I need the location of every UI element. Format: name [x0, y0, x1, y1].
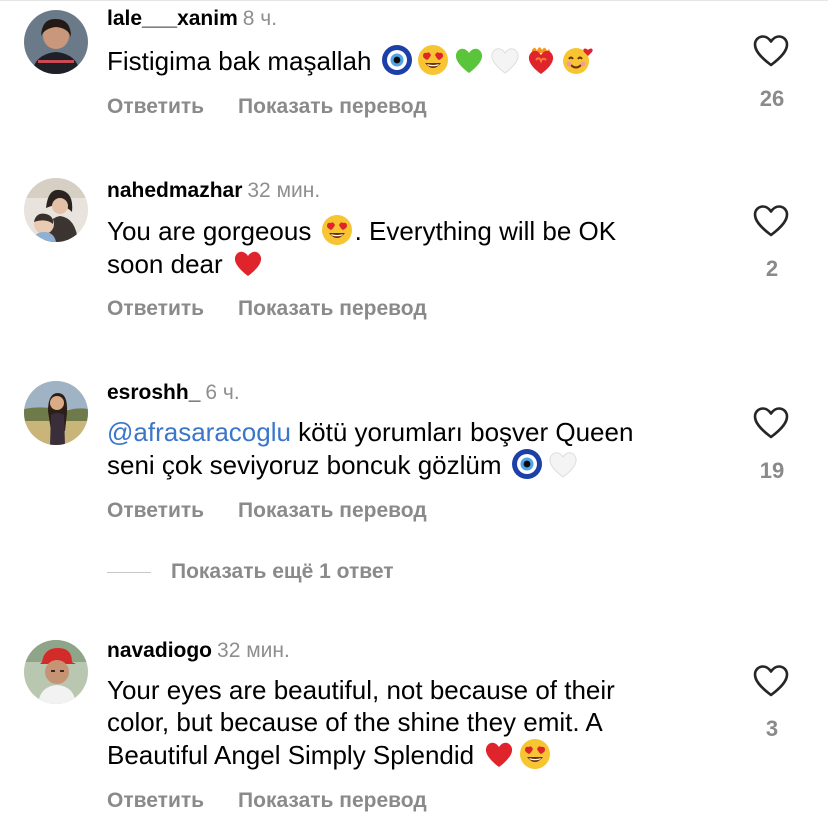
- username-link[interactable]: esroshh_: [107, 381, 200, 404]
- show-translation-button[interactable]: Показать перевод: [238, 499, 427, 522]
- smiling-face-with-hearts-emoji: [561, 44, 593, 76]
- comment-text: You are gorgeous . Everything will be OK…: [107, 214, 707, 280]
- comment-meta: navadiogo 32 мин.: [107, 638, 290, 664]
- heart-eyes-emoji: [417, 44, 449, 76]
- nazar-emoji: [511, 448, 543, 480]
- heart-eyes-emoji: [321, 214, 353, 246]
- comment-text-content: Fistigima bak maşallah: [107, 46, 372, 76]
- show-translation-button[interactable]: Показать перевод: [238, 297, 427, 320]
- comment-actions: Ответить Показать перевод: [107, 498, 427, 524]
- comment-actions: Ответить Показать перевод: [107, 94, 427, 120]
- green-heart-emoji: [453, 44, 485, 76]
- like-count: 26: [759, 86, 785, 111]
- comment-text-content: color, but because of the shine they emi…: [107, 707, 603, 737]
- like-count: 19: [759, 458, 785, 483]
- comment-timestamp: 8 ч.: [242, 7, 278, 30]
- comment-text-content: seni çok seviyoruz boncuk gözlüm: [107, 450, 502, 480]
- white-heart-emoji: [547, 448, 579, 480]
- avatar[interactable]: [24, 10, 88, 74]
- reply-button[interactable]: Ответить: [107, 789, 204, 812]
- top-divider: [0, 0, 828, 1]
- comment-actions: Ответить Показать перевод: [107, 788, 427, 814]
- red-heart-emoji: [232, 247, 264, 279]
- comment-text: Your eyes are beautiful, not because of …: [107, 674, 747, 771]
- like-heart-icon[interactable]: [752, 664, 790, 698]
- nazar-emoji: [381, 44, 413, 76]
- comment-timestamp: 6 ч.: [205, 381, 240, 404]
- reply-button[interactable]: Ответить: [107, 95, 204, 118]
- show-translation-button[interactable]: Показать перевод: [238, 95, 427, 118]
- comment-text-content: soon dear: [107, 249, 223, 279]
- avatar[interactable]: [24, 178, 88, 242]
- like-heart-icon[interactable]: [752, 34, 790, 68]
- reply-button[interactable]: Ответить: [107, 297, 204, 320]
- comment-meta: esroshh_ 6 ч.: [107, 380, 240, 406]
- red-heart-emoji: [483, 738, 515, 770]
- avatar[interactable]: [24, 640, 88, 704]
- reply-button[interactable]: Ответить: [107, 499, 204, 522]
- comment-timestamp: 32 мин.: [247, 179, 321, 202]
- comment-text: @afrasaracoglu kötü yorumları boşver Que…: [107, 416, 707, 481]
- white-heart-emoji: [489, 44, 521, 76]
- heart-on-fire-emoji: [525, 44, 557, 76]
- comment-text: Fistigima bak maşallah: [107, 44, 707, 77]
- show-translation-button[interactable]: Показать перевод: [238, 789, 427, 812]
- like-count: 2: [765, 256, 779, 281]
- like-heart-icon[interactable]: [752, 406, 790, 440]
- show-more-replies-button[interactable]: Показать ещё 1 ответ: [171, 560, 394, 583]
- comment-actions: Ответить Показать перевод: [107, 296, 427, 322]
- like-heart-icon[interactable]: [752, 204, 790, 238]
- replies-divider-line: [107, 571, 151, 573]
- like-count: 3: [765, 716, 779, 741]
- comment-timestamp: 32 мин.: [217, 639, 290, 662]
- username-link[interactable]: navadiogo: [107, 639, 212, 662]
- comment-meta: nahedmazhar 32 мин.: [107, 178, 320, 204]
- avatar[interactable]: [24, 381, 88, 445]
- comment-meta: lale___xanim 8 ч.: [107, 6, 277, 32]
- comment-text-content: . Everything will be OK: [354, 216, 617, 246]
- comment-text-content: You are gorgeous: [107, 216, 312, 246]
- heart-eyes-emoji: [519, 738, 551, 770]
- comment-text-content: Your eyes are beautiful, not because of …: [107, 675, 615, 705]
- comment-text-content: Beautiful Angel Simply Splendid: [107, 740, 475, 770]
- username-link[interactable]: lale___xanim: [107, 7, 238, 30]
- username-link[interactable]: nahedmazhar: [107, 179, 242, 202]
- mention-link[interactable]: @afrasaracoglu: [107, 417, 291, 447]
- comment-text-content: kötü yorumları boşver Queen: [290, 417, 634, 447]
- show-more-replies[interactable]: Показать ещё 1 ответ: [107, 560, 394, 586]
